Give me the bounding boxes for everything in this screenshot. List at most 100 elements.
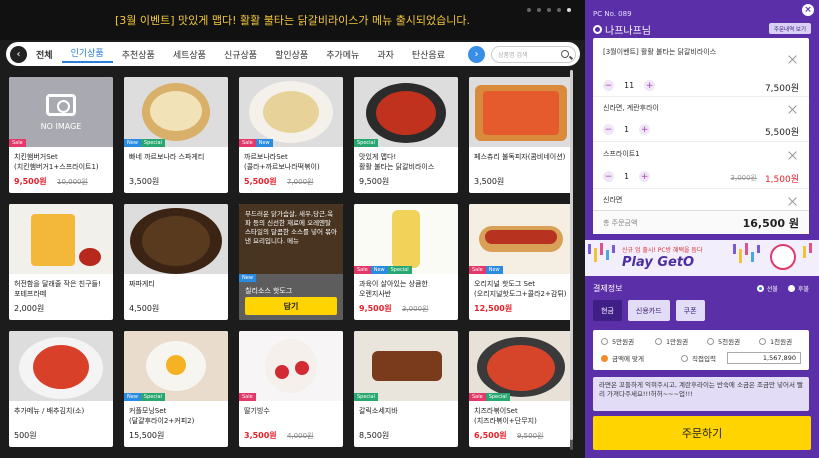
tab-category[interactable]: 과자 [368, 48, 403, 61]
product-card[interactable]: 추가메뉴 / 배추김치(소) 500원 [9, 331, 113, 447]
add-to-cart-button[interactable]: 담기 [245, 297, 337, 315]
order-item: 신라면 [593, 195, 809, 205]
cash-option-radio[interactable]: 5만원권 [601, 336, 634, 346]
minus-button[interactable]: − [603, 124, 614, 135]
pager-dot[interactable] [547, 8, 551, 12]
product-name: 빠네 까르보나라 스파게티 [129, 153, 205, 161]
remove-icon[interactable] [788, 197, 797, 206]
divider [593, 96, 809, 97]
badge-row: New Special [124, 139, 165, 147]
tab-category[interactable]: 추가메뉴 [317, 48, 368, 61]
order-button[interactable]: 주문하기 [593, 416, 811, 450]
product-name: 짜파게티 [129, 280, 155, 288]
product-price: 12,500원 [474, 304, 513, 313]
product-card[interactable]: 허전함을 달래줄 작은 친구들! 포테프라떼 2,000원 [9, 204, 113, 320]
new-badge: New [239, 274, 256, 282]
direct-input-radio[interactable]: 직접입력 [681, 353, 716, 363]
sale-badge: Sale [239, 139, 256, 147]
plus-button[interactable]: + [639, 171, 651, 182]
cash-option-radio[interactable]: 1만원권 [655, 336, 688, 346]
close-icon[interactable]: × [802, 4, 814, 16]
search-input[interactable]: 상품명 검색 [491, 45, 576, 63]
product-name: 갈릭소세지바 [359, 407, 398, 415]
product-image: Sale New [469, 204, 573, 274]
radio-label: 5만원권 [612, 338, 635, 346]
exact-amount-radio[interactable]: 금액에 맞게 [601, 353, 644, 363]
prepay-radio[interactable]: 선불 [756, 284, 778, 293]
radio-selected-icon [756, 285, 764, 292]
next-category-button[interactable]: › [468, 45, 485, 63]
product-card[interactable]: Sale New 오리지널 핫도그 Set (오리지널핫도그+콜라2+감튀) 12,5… [469, 204, 573, 320]
tab-credit-card[interactable]: 신용카드 [627, 300, 670, 321]
product-original-price: 7,000원 [287, 178, 314, 186]
order-item: 스프라이트1 [593, 149, 809, 159]
tab-cash[interactable]: 현금 [593, 300, 622, 321]
badge-row: Sale New [239, 139, 273, 147]
badge-row: Sale [9, 139, 26, 147]
scrollbar[interactable] [570, 70, 573, 450]
pager-dot[interactable] [537, 8, 541, 12]
product-image: Sale [239, 331, 343, 401]
pager-dot[interactable] [557, 8, 561, 12]
ad-banner[interactable]: 신규 업 출시! PC방 혜택을 듬다 Play GetO [585, 240, 819, 276]
tab-category[interactable]: 할인상품 [266, 48, 317, 61]
plus-button[interactable]: + [644, 80, 656, 91]
minus-button[interactable]: − [603, 171, 614, 182]
product-card[interactable]: NO IMAGE Sale 치킨햄버거Set (치킨햄버거1+스프라이트1) 9,50… [9, 77, 113, 193]
prev-category-button[interactable]: ‹ [10, 45, 27, 63]
product-price: 3,500원 [474, 177, 505, 186]
product-card[interactable]: Sale New Special 과육이 살아있는 상큼한 오렌지사반 9,500원 3,… [354, 204, 458, 320]
order-history-button[interactable]: 주문내역 보기 [768, 23, 811, 34]
tab-coupon[interactable]: 쿠폰 [675, 300, 705, 321]
postpay-radio[interactable]: 후불 [787, 284, 809, 293]
product-price: 8,500원 [359, 431, 390, 440]
product-card[interactable]: New Special 커플모닝Set (달걀후라이2+커피2) 15,500원 [124, 331, 228, 447]
event-banner[interactable]: [3월 이벤트] 맛있게 맵다! 활활 불타는 닭갈비라이스가 메뉴 출시되었습… [0, 0, 585, 40]
remove-icon[interactable] [788, 105, 797, 114]
minus-button[interactable]: − [603, 80, 614, 91]
product-name: 치킨햄버거Set (치킨햄버거1+스프라이트1) [14, 153, 99, 171]
pager-dot[interactable] [527, 8, 531, 12]
tab-category[interactable]: 추천상품 [113, 48, 164, 61]
quantity-value: 1 [624, 125, 630, 134]
special-badge: Special [354, 139, 379, 147]
tab-category[interactable]: 인기상품 [61, 46, 113, 63]
product-price: 9,500원 [359, 304, 392, 313]
tab-category[interactable]: 신규상품 [215, 48, 266, 61]
product-name: 칠리소스 핫도그 [245, 287, 293, 295]
plus-button[interactable]: + [639, 124, 651, 135]
remove-icon[interactable] [788, 151, 797, 160]
sale-badge: Sale [469, 393, 486, 401]
product-name: 과육이 살아있는 상큼한 오렌지사반 [359, 280, 428, 298]
tab-category[interactable]: 탄산음료 [403, 48, 454, 61]
amount-input[interactable]: 1,567,890 [727, 352, 801, 364]
product-card[interactable]: 부드러운 닭가슴살, 새우,당근,옥파 등의 신선한 재료에 오레엔탈 스타일의… [239, 204, 343, 320]
tab-all[interactable]: 전체 [27, 48, 62, 61]
remove-icon[interactable] [788, 55, 797, 64]
product-name: 커플모닝Set (달걀후라이2+커피2) [129, 407, 195, 425]
product-card[interactable]: Special 갈릭소세지바 8,500원 [354, 331, 458, 447]
product-image [124, 204, 228, 274]
radio-label: 1천원권 [770, 338, 793, 346]
product-card[interactable]: Sale Special 치즈라볶이Set (치즈라볶이+단무지) 6,500원 9,5… [469, 331, 573, 447]
request-memo[interactable]: 라면은 꼬들하게 익혀주시고, 계란후라이는 반숙에 소금은 조금만 넣어서 빨… [593, 377, 809, 411]
cash-option-radio[interactable]: 1천원권 [759, 336, 792, 346]
product-card[interactable]: 짜파게티 4,500원 [124, 204, 228, 320]
payment-section: 결제정보 선불 후불 현금 신용카드 쿠폰 5만원권 1만원권 5천원권 1천원… [585, 278, 819, 411]
product-card[interactable]: Sale 딸기빙수 3,500원 4,000원 [239, 331, 343, 447]
pager-dot-active[interactable] [567, 8, 571, 12]
scrollbar-thumb[interactable] [570, 70, 573, 440]
tab-category[interactable]: 세트상품 [164, 48, 215, 61]
product-card[interactable]: Sale New 까르보나라Set (콜라+까르보나라떡볶이) 5,500원 7,000… [239, 77, 343, 193]
badge-row: Sale New Special [354, 266, 412, 274]
product-card[interactable]: 페스츄리 불독피자(콤비네이션) 3,500원 [469, 77, 573, 193]
banner-pager[interactable] [527, 8, 571, 12]
badge-row: New Special [124, 393, 165, 401]
cash-option-radio[interactable]: 5천원권 [707, 336, 740, 346]
product-card[interactable]: New Special 빠네 까르보나라 스파게티 3,500원 [124, 77, 228, 193]
sale-badge: Sale [239, 393, 256, 401]
sale-badge: Sale [354, 266, 371, 274]
search-icon[interactable] [561, 50, 569, 58]
radio-label: 1만원권 [666, 338, 689, 346]
product-card[interactable]: Special 맛있게 맵다! 활활 불타는 닭갈비라이스 9,500원 [354, 77, 458, 193]
